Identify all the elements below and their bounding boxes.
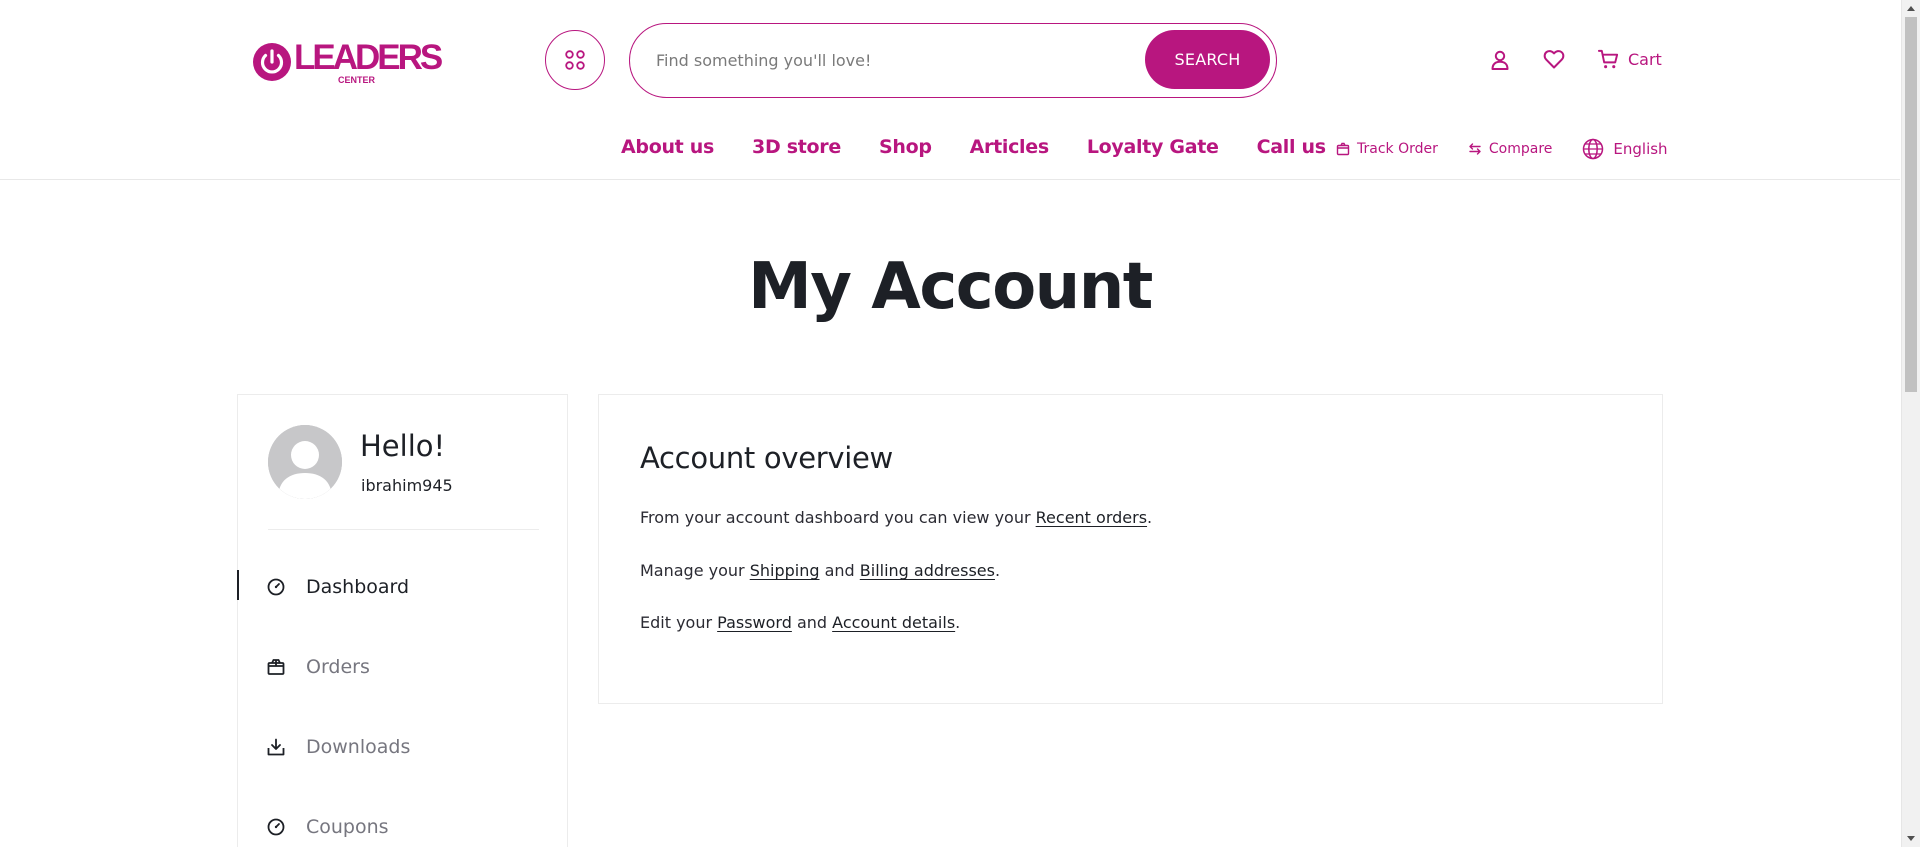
avatar-placeholder-icon [268,425,342,499]
language-switcher[interactable]: English [1582,138,1668,160]
sidebar-item-label: Coupons [306,816,389,838]
box-icon [267,659,285,675]
sidebar-item-label: Downloads [306,736,411,758]
nav-call-us[interactable]: Call us [1257,136,1326,158]
user-icon [1491,50,1509,70]
cart-button[interactable]: Cart [1597,48,1662,71]
overview-line-orders: From your account dashboard you can view… [640,508,1152,527]
sidebar-item-label: Dashboard [306,576,410,598]
globe-icon [1583,138,1604,160]
nav-about-us[interactable]: About us [621,136,714,158]
sidebar-item-dashboard[interactable]: Dashboard [237,547,569,627]
overview-text: and [819,561,860,580]
search-bar: SEARCH [629,23,1277,98]
account-sidebar: Hello! ibrahim945 Dashboard Orders Downl… [237,394,568,847]
sidebar-item-orders[interactable]: Orders [238,627,569,707]
logo-word: LEADERS [294,38,443,77]
language-label: English [1613,140,1668,158]
main-nav: About us 3D store Shop Articles Loyalty … [621,136,1364,158]
recent-orders-link[interactable]: Recent orders [1036,508,1147,527]
account-overview-card: Account overview From your account dashb… [598,394,1663,704]
page-scrollbar[interactable] [1901,0,1920,847]
divider [268,529,539,530]
scrollbar-thumb[interactable] [1905,17,1917,392]
track-order-label: Track Order [1357,141,1438,157]
sidebar-item-coupons[interactable]: Coupons [238,787,569,847]
overview-text: From your account dashboard you can view… [640,508,1036,527]
search-input[interactable] [656,42,1126,78]
avatar [268,425,342,499]
site-header: LEADERS CENTER SEARCH Cart [0,0,1900,180]
overview-line-details: Edit your Password and Account details. [640,613,960,632]
billing-addresses-link[interactable]: Billing addresses [860,561,995,580]
wishlist-button[interactable] [1542,47,1566,75]
cart-label: Cart [1628,50,1662,69]
nav-loyalty-gate[interactable]: Loyalty Gate [1087,136,1219,158]
shipping-link[interactable]: Shipping [750,561,820,580]
search-button[interactable]: SEARCH [1145,30,1270,89]
overview-text: and [791,613,833,632]
username: ibrahim945 [361,476,453,495]
overview-text: Manage your [640,561,750,580]
grid-icon [565,50,585,70]
account-menu: Dashboard Orders Downloads Coupons [237,547,569,847]
overview-line-addresses: Manage your Shipping and Billing address… [640,561,1000,580]
download-icon [267,738,285,756]
utility-nav: Track Order Compare English [1336,138,1668,160]
site-logo[interactable]: LEADERS CENTER [252,38,443,86]
scroll-up-arrow-icon[interactable] [1907,6,1915,11]
greeting: Hello! [360,429,446,463]
overview-text: . [994,561,1001,580]
logo-text: LEADERS CENTER [294,38,443,85]
overview-text: Edit your [640,613,718,632]
page-title: My Account [748,250,1153,324]
account-button[interactable] [1488,48,1512,76]
password-link[interactable]: Password [717,613,792,632]
compare-link[interactable]: Compare [1468,141,1553,157]
nav-articles[interactable]: Articles [970,136,1050,158]
track-order-link[interactable]: Track Order [1336,141,1438,157]
power-icon [253,43,291,81]
swap-icon [1469,143,1481,155]
nav-3d-store[interactable]: 3D store [752,136,841,158]
compare-label: Compare [1488,141,1553,157]
categories-button[interactable] [545,30,605,90]
overview-title: Account overview [640,441,893,475]
gauge-icon [267,818,285,836]
logo-subtitle: CENTER [338,75,376,85]
overview-text: . [1147,508,1153,527]
heart-icon [1543,50,1565,69]
scroll-down-arrow-icon[interactable] [1907,836,1915,841]
overview-text: . [955,613,961,632]
package-icon [1336,142,1350,156]
sidebar-item-label: Orders [306,656,370,678]
sidebar-item-downloads[interactable]: Downloads [238,707,569,787]
nav-shop[interactable]: Shop [879,136,932,158]
cart-icon [1597,49,1619,69]
gauge-icon [267,578,285,596]
account-details-link[interactable]: Account details [832,613,955,632]
